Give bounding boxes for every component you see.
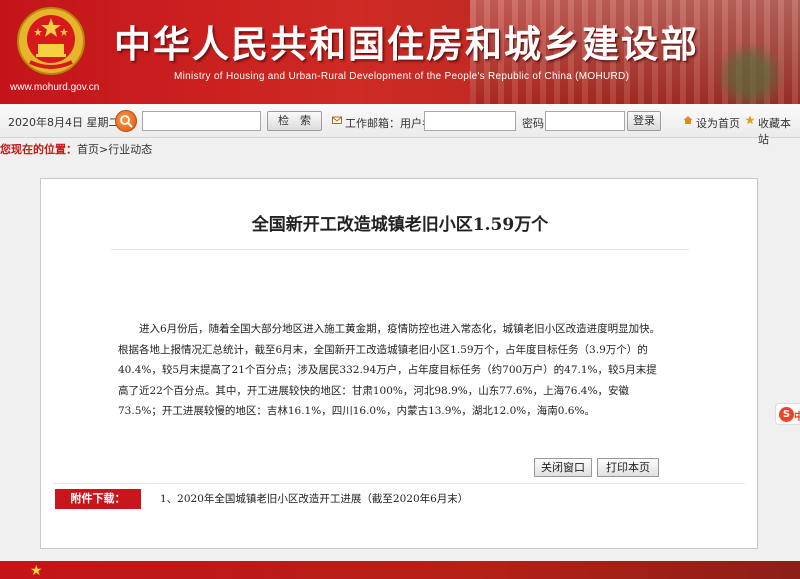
- print-page-button[interactable]: 打印本页: [597, 458, 659, 477]
- favorite-icon: [745, 115, 755, 125]
- national-emblem-icon: [17, 7, 85, 75]
- set-home-link[interactable]: 设为首页: [696, 115, 740, 131]
- ime-mode-label: 中: [794, 412, 800, 423]
- attachment-divider: [53, 483, 745, 484]
- breadcrumb-path[interactable]: 首页>行业动态: [77, 143, 152, 156]
- title-divider: [111, 249, 689, 250]
- login-button[interactable]: 登录: [627, 111, 661, 131]
- search-input[interactable]: [142, 111, 261, 131]
- mail-username-label: 工作邮箱：用户名: [345, 117, 433, 130]
- ime-toolbar[interactable]: S 中: [775, 403, 800, 425]
- search-icon[interactable]: [115, 110, 137, 132]
- password-label: 密码: [522, 117, 544, 130]
- attachment-label: 附件下载：: [55, 489, 141, 509]
- username-input[interactable]: [424, 111, 516, 131]
- sogou-icon: S: [779, 407, 794, 422]
- site-url: www.mohurd.gov.cn: [10, 82, 100, 93]
- home-icon: [683, 116, 693, 124]
- password-input[interactable]: [545, 111, 625, 131]
- footer-banner: ★: [0, 561, 800, 579]
- article-title: 全国新开工改造城镇老旧小区1.59万个: [251, 215, 549, 235]
- mail-icon: [332, 116, 342, 124]
- breadcrumb-label: 您现在的位置：: [0, 143, 77, 156]
- toolbar: 2020年8月4日 星期二 检 索 工作邮箱：用户名 密码 登录 设为首页 收藏…: [0, 104, 800, 146]
- site-title-en: Ministry of Housing and Urban-Rural Deve…: [174, 71, 630, 82]
- article-body: 进入6月份后，随着全国大部分地区进入施工黄金期，疫情防控也进入常态化，城镇老旧小…: [118, 323, 661, 417]
- breadcrumb: 您现在的位置：首页>行业动态: [0, 140, 800, 160]
- attachment-link[interactable]: 1、2020年全国城镇老旧小区改造开工进展（截至2020年6月末）: [160, 491, 468, 506]
- search-button[interactable]: 检 索: [267, 111, 322, 131]
- close-window-button[interactable]: 关闭窗口: [534, 458, 592, 477]
- header-banner: www.mohurd.gov.cn 中华人民共和国住房和城乡建设部 Minist…: [0, 0, 800, 104]
- tree-image: [710, 34, 790, 104]
- article-container: 全国新开工改造城镇老旧小区1.59万个 进入6月份后，随着全国大部分地区进入施工…: [40, 178, 758, 549]
- current-date: 2020年8月4日 星期二: [8, 116, 120, 129]
- star-icon: ★: [30, 563, 43, 579]
- site-title: 中华人民共和国住房和城乡建设部: [114, 23, 699, 66]
